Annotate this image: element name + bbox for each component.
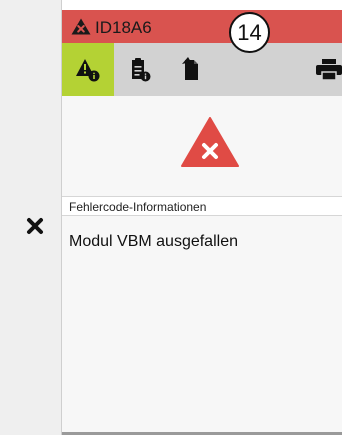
close-icon: [27, 218, 43, 234]
error-code: ID18A6: [95, 18, 152, 37]
error-warning-small-icon: [71, 18, 91, 35]
tab-clipboard-info[interactable]: [114, 43, 166, 96]
printer-icon: [316, 58, 342, 81]
left-rail: [0, 0, 62, 435]
clipboard-info-icon: [132, 57, 151, 81]
toolbar: [62, 43, 342, 96]
tab-document-stack[interactable]: [166, 43, 218, 96]
content-panel: Fehlercode-Informationen Modul VBM ausge…: [62, 96, 342, 435]
print-button[interactable]: [298, 43, 342, 96]
error-warning-icon: [181, 117, 239, 167]
section-title: Fehlercode-Informationen: [62, 196, 342, 216]
error-message: Modul VBM ausgefallen: [69, 233, 238, 250]
tab-warning-info[interactable]: [62, 43, 114, 96]
warning-info-icon: [76, 58, 100, 81]
document-stack-icon: [182, 56, 198, 80]
step-badge: 14: [229, 12, 270, 53]
error-header: ID18A6: [62, 10, 342, 43]
close-button[interactable]: [22, 213, 48, 239]
